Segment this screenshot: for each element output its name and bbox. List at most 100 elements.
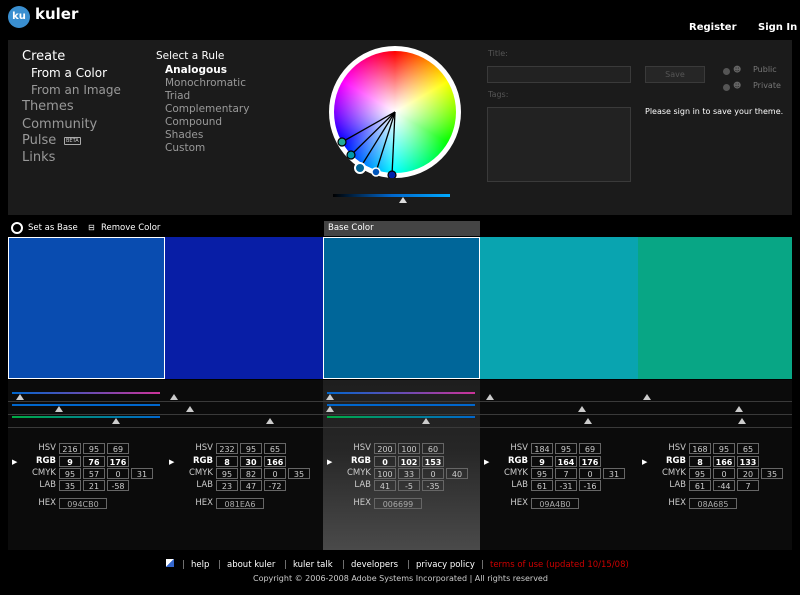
slider-handle[interactable] [16, 394, 24, 400]
swatch-1[interactable] [8, 237, 165, 379]
hsv-value[interactable]: 184 [531, 443, 553, 454]
remove-color-button[interactable]: Remove Color [101, 223, 160, 233]
brightness-slider[interactable] [333, 194, 450, 197]
hex-value[interactable]: 006699 [374, 498, 422, 509]
kuler-logo-badge[interactable]: ku [8, 6, 30, 28]
cmyk-value[interactable]: 20 [737, 468, 759, 479]
cmyk-value[interactable]: 0 [579, 468, 601, 479]
rgb-value[interactable]: 9 [59, 456, 81, 467]
cmyk-value[interactable]: 33 [398, 468, 420, 479]
slider-handle[interactable] [578, 406, 586, 412]
footer-terms-link[interactable]: terms of use (updated 10/15/08) [490, 560, 629, 570]
hsv-value[interactable]: 216 [59, 443, 81, 454]
cmyk-value[interactable]: 0 [107, 468, 129, 479]
cmyk-value[interactable]: 35 [761, 468, 783, 479]
slider-handle[interactable] [170, 394, 178, 400]
lab-value[interactable]: -44 [713, 480, 735, 491]
cmyk-value[interactable]: 95 [216, 468, 238, 479]
hsv-value[interactable]: 65 [737, 443, 759, 454]
lab-value[interactable]: -35 [422, 480, 444, 491]
cmyk-value[interactable]: 0 [713, 468, 735, 479]
color-wheel[interactable] [329, 46, 461, 178]
cmyk-value[interactable]: 7 [555, 468, 577, 479]
lab-value[interactable]: 35 [59, 480, 81, 491]
hsv-value[interactable]: 95 [83, 443, 105, 454]
rgb-value[interactable]: 8 [689, 456, 711, 467]
hex-value[interactable]: 09A4B0 [531, 498, 579, 509]
cmyk-value[interactable]: 57 [83, 468, 105, 479]
nav-links[interactable]: Links [22, 149, 55, 166]
slider-bar[interactable] [12, 392, 160, 394]
slider-bar[interactable] [327, 392, 475, 394]
slider-handle[interactable] [326, 406, 334, 412]
footer-about-link[interactable]: about kuler [227, 560, 275, 570]
nav-themes[interactable]: Themes [22, 98, 74, 115]
swatch-2[interactable] [165, 237, 323, 379]
rule-complementary[interactable]: Complementary [165, 103, 249, 116]
swatch-3[interactable] [323, 237, 480, 379]
slider-handle[interactable] [584, 418, 592, 424]
remove-color-icon[interactable]: ⊟ [88, 223, 95, 232]
hsv-value[interactable]: 69 [579, 443, 601, 454]
rule-triad[interactable]: Triad [165, 90, 190, 103]
cmyk-value[interactable]: 0 [422, 468, 444, 479]
swatch-4[interactable] [480, 237, 638, 379]
wheel-markers[interactable] [329, 46, 461, 178]
lab-value[interactable]: 61 [531, 480, 553, 491]
footer-privacy-link[interactable]: privacy policy [416, 560, 475, 570]
nav-from-a-color[interactable]: From a Color [31, 65, 107, 82]
rgb-value[interactable]: 133 [737, 456, 759, 467]
lab-value[interactable]: 7 [737, 480, 759, 491]
nav-community[interactable]: Community [22, 116, 97, 133]
slider-handle[interactable] [55, 406, 63, 412]
rgb-value[interactable]: 164 [555, 456, 577, 467]
cmyk-value[interactable]: 31 [131, 468, 153, 479]
rule-compound[interactable]: Compound [165, 116, 222, 129]
slider-handle[interactable] [735, 406, 743, 412]
rgb-expand-arrow[interactable]: ▶ [169, 458, 174, 466]
title-input[interactable] [487, 66, 631, 83]
slider-handle[interactable] [326, 394, 334, 400]
set-as-base-button[interactable]: Set as Base [28, 223, 78, 233]
rgb-value[interactable]: 166 [264, 456, 286, 467]
footer-developers-link[interactable]: developers [351, 560, 398, 570]
rule-custom[interactable]: Custom [165, 142, 205, 155]
tags-input[interactable] [487, 107, 631, 182]
brightness-slider-handle[interactable] [399, 197, 407, 203]
hsv-value[interactable]: 200 [374, 443, 396, 454]
rule-monochromatic[interactable]: Monochromatic [165, 77, 246, 90]
hsv-value[interactable]: 95 [713, 443, 735, 454]
cmyk-value[interactable]: 35 [288, 468, 310, 479]
slider-handle[interactable] [738, 418, 746, 424]
hsv-value[interactable]: 168 [689, 443, 711, 454]
cmyk-value[interactable]: 95 [59, 468, 81, 479]
rgb-value[interactable]: 176 [579, 456, 601, 467]
rgb-value[interactable]: 0 [374, 456, 396, 467]
rgb-value[interactable]: 102 [398, 456, 420, 467]
rgb-value[interactable]: 9 [531, 456, 553, 467]
lab-value[interactable]: 21 [83, 480, 105, 491]
cmyk-value[interactable]: 0 [264, 468, 286, 479]
lab-value[interactable]: -58 [107, 480, 129, 491]
hsv-value[interactable]: 65 [264, 443, 286, 454]
cmyk-value[interactable]: 82 [240, 468, 262, 479]
slider-handle[interactable] [266, 418, 274, 424]
slider-bar[interactable] [327, 416, 475, 418]
hsv-value[interactable]: 95 [555, 443, 577, 454]
public-radio[interactable] [723, 68, 730, 75]
cmyk-value[interactable]: 95 [531, 468, 553, 479]
slider-handle[interactable] [186, 406, 194, 412]
slider-bar[interactable] [12, 416, 160, 418]
cmyk-value[interactable]: 100 [374, 468, 396, 479]
rgb-value[interactable]: 176 [107, 456, 129, 467]
hsv-value[interactable]: 60 [422, 443, 444, 454]
rule-analogous[interactable]: Analogous [165, 64, 227, 77]
swatch-5[interactable] [638, 237, 792, 379]
sign-in-link[interactable]: Sign In [758, 22, 797, 33]
rgb-value[interactable]: 30 [240, 456, 262, 467]
nav-create[interactable]: Create [22, 48, 65, 65]
kuler-logo-text[interactable]: kuler [35, 5, 78, 23]
lab-value[interactable]: -5 [398, 480, 420, 491]
hsv-value[interactable]: 232 [216, 443, 238, 454]
slider-handle[interactable] [486, 394, 494, 400]
